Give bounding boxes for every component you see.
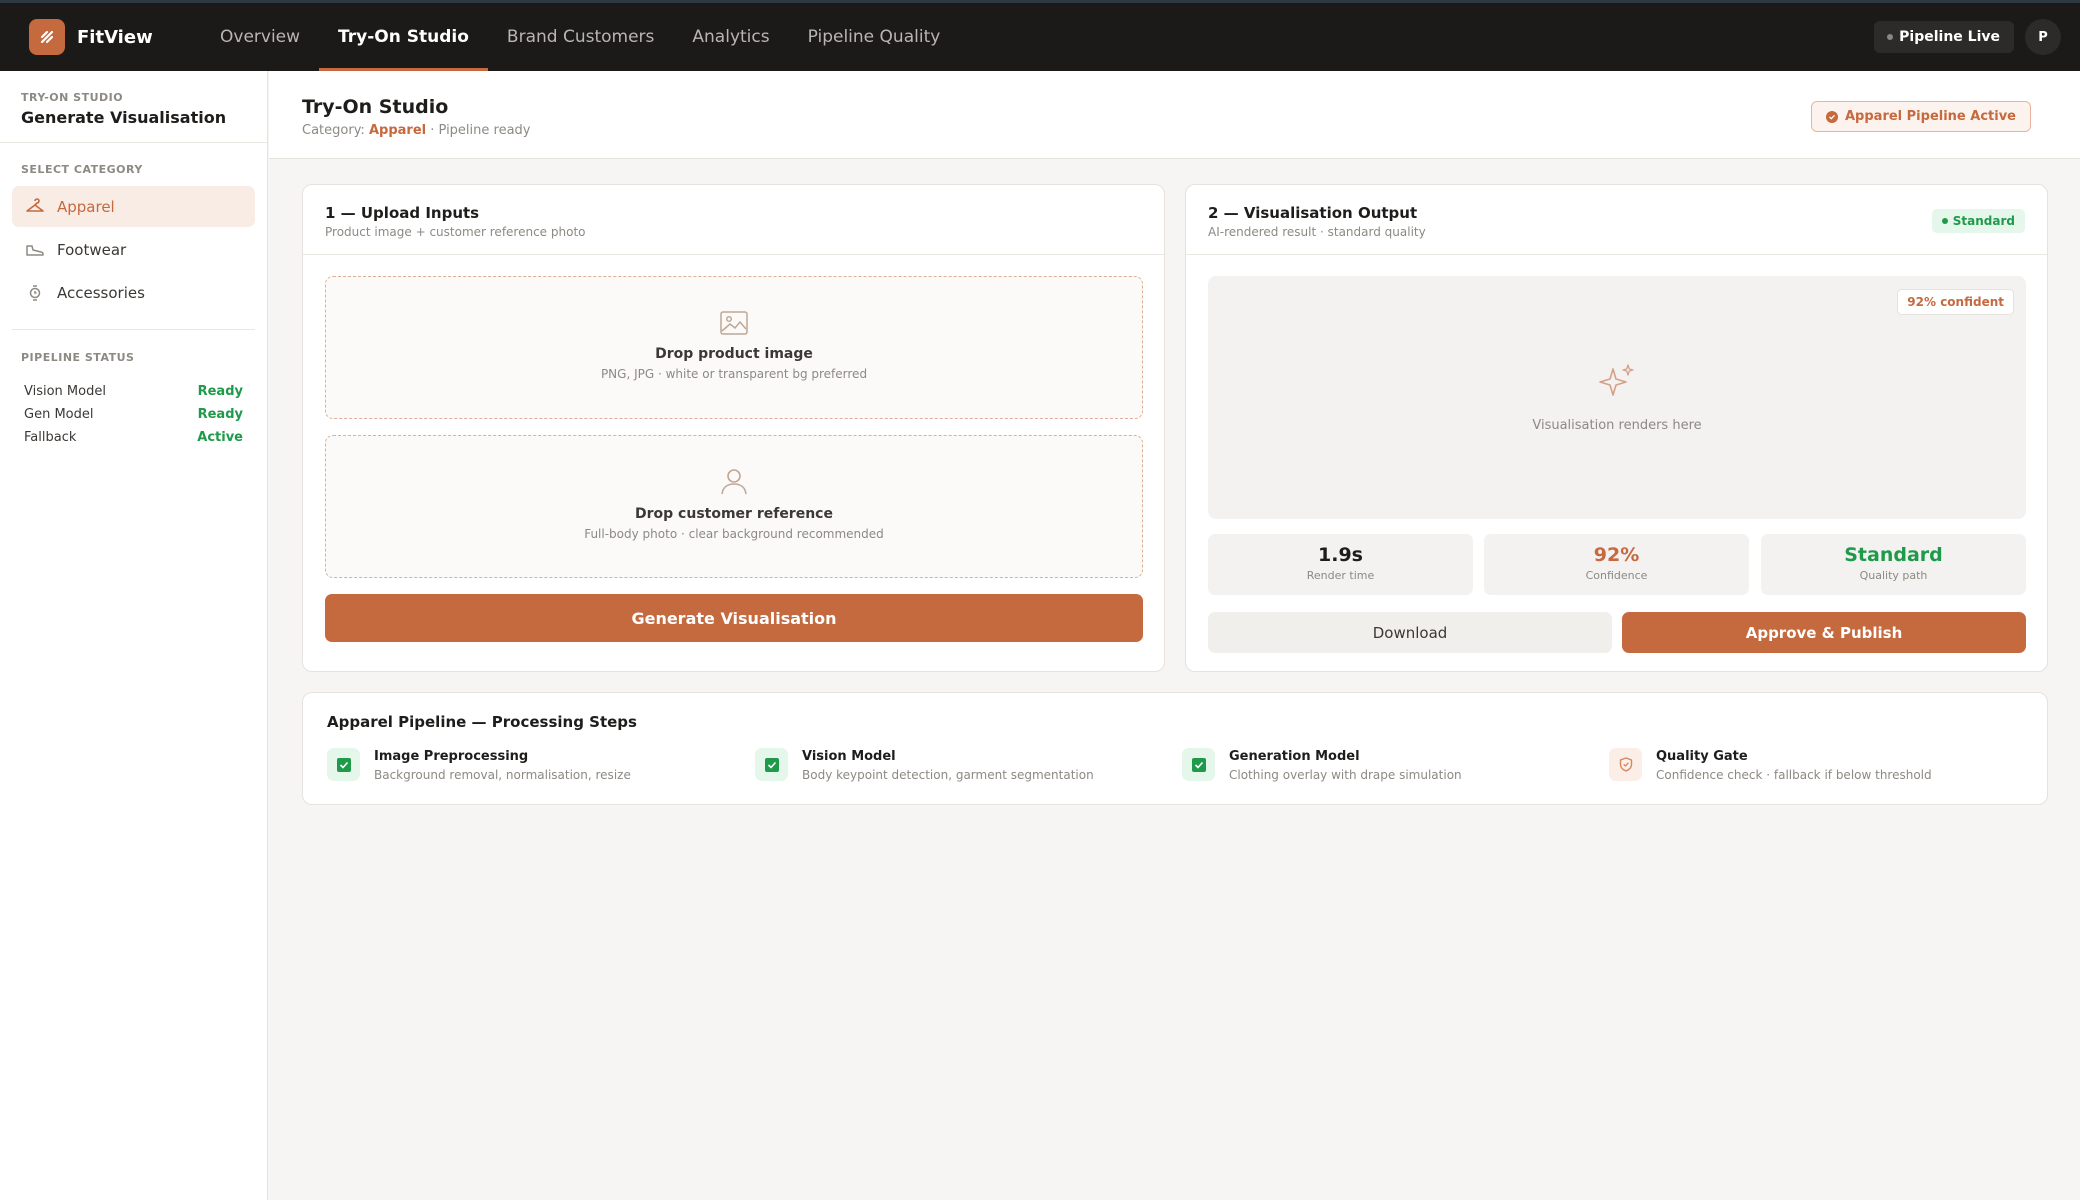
category-heading: SELECT CATEGORY	[21, 163, 143, 176]
output-card: 2 — Visualisation Output AI-rendered res…	[1185, 184, 2048, 672]
step-generation-model: Generation Model Clothing overlay with d…	[1182, 748, 1462, 782]
page-title: Try-On Studio	[302, 96, 449, 118]
step-description: Confidence check · fallback if below thr…	[1656, 768, 1932, 782]
sparkle-icon	[1597, 361, 1639, 407]
step-title: Quality Gate	[1656, 749, 1748, 764]
check-circle-icon	[1826, 110, 1838, 123]
status-label: Vision Model	[24, 384, 106, 399]
check-icon	[1182, 748, 1215, 781]
status-value: Ready	[197, 407, 243, 422]
status-row-vision-model: Vision Model Ready	[12, 380, 255, 403]
page-header: Try-On Studio Category: Apparel · Pipeli…	[269, 71, 2080, 159]
top-bar: FitView Overview Try-On Studio Brand Cus…	[0, 0, 2080, 71]
customer-reference-dropzone[interactable]: Drop customer reference Full-body photo …	[325, 435, 1143, 578]
step-description: Clothing overlay with drape simulation	[1229, 768, 1462, 782]
shield-icon	[1609, 748, 1642, 781]
status-dot-icon	[1941, 218, 1948, 224]
output-card-title: 2 — Visualisation Output	[1208, 204, 1418, 222]
avatar[interactable]: P	[2025, 19, 2061, 55]
step-title: Generation Model	[1229, 749, 1360, 764]
category-prefix: Category:	[302, 123, 365, 138]
status-value: Ready	[197, 384, 243, 399]
download-button[interactable]: Download	[1208, 612, 1612, 653]
check-icon	[327, 748, 360, 781]
metric-label: Quality path	[1859, 569, 1928, 582]
product-image-dropzone[interactable]: Drop product image PNG, JPG · white or t…	[325, 276, 1143, 419]
quality-badge: Standard	[1931, 209, 2025, 233]
category-label: Apparel	[57, 197, 115, 216]
processing-steps-card: Apparel Pipeline — Processing Steps Imag…	[302, 692, 2048, 805]
metric-label: Render time	[1306, 569, 1375, 582]
output-card-subtitle: AI-rendered result · standard quality	[1208, 225, 1426, 239]
step-description: Body keypoint detection, garment segment…	[802, 768, 1094, 782]
step-description: Background removal, normalisation, resiz…	[374, 768, 631, 782]
tab-brand-customers[interactable]: Brand Customers	[488, 3, 673, 71]
metric-value: 1.9s	[1318, 544, 1363, 566]
generate-visualisation-button[interactable]: Generate Visualisation	[325, 594, 1143, 642]
category-item-accessories[interactable]: Accessories	[12, 272, 255, 313]
product-dropzone-title: Drop product image	[655, 346, 813, 362]
tab-analytics[interactable]: Analytics	[673, 3, 788, 71]
category-item-footwear[interactable]: Footwear	[12, 229, 255, 270]
metric-label: Confidence	[1585, 569, 1648, 582]
status-label: Fallback	[24, 430, 77, 445]
sidebar: TRY-ON STUDIO Generate Visualisation SEL…	[0, 71, 268, 1200]
status-label: Gen Model	[24, 407, 94, 422]
pipeline-active-badge: Apparel Pipeline Active	[1811, 101, 2031, 132]
sidebar-eyebrow: TRY-ON STUDIO	[21, 91, 124, 104]
customer-dropzone-title: Drop customer reference	[635, 506, 833, 522]
status-dot-icon	[1887, 34, 1894, 40]
product-dropzone-hint: PNG, JPG · white or transparent bg prefe…	[600, 367, 868, 381]
pipeline-live-label: Pipeline Live	[1899, 29, 2000, 45]
tab-pipeline-quality[interactable]: Pipeline Quality	[789, 3, 960, 71]
visualisation-preview: 92% confident Visualisation renders here	[1208, 276, 2026, 519]
category-label: Accessories	[57, 283, 145, 302]
metric-quality-path: Standard Quality path	[1761, 534, 2026, 595]
tab-try-on-studio[interactable]: Try-On Studio	[319, 3, 488, 71]
hanger-icon	[26, 197, 44, 212]
status-row-fallback: Fallback Active	[12, 426, 255, 449]
pipeline-active-label: Apparel Pipeline Active	[1845, 109, 2016, 124]
current-category: Apparel	[368, 123, 427, 138]
step-image-preprocessing: Image Preprocessing Background removal, …	[327, 748, 631, 782]
category-item-apparel[interactable]: Apparel	[12, 186, 255, 227]
person-icon	[326, 466, 1142, 500]
image-icon	[326, 310, 1142, 340]
step-quality-gate: Quality Gate Confidence check · fallback…	[1609, 748, 1932, 782]
upload-card: 1 — Upload Inputs Product image + custom…	[302, 184, 1165, 672]
tab-overview[interactable]: Overview	[201, 3, 319, 71]
status-heading: PIPELINE STATUS	[21, 351, 135, 364]
metric-confidence: 92% Confidence	[1484, 534, 1749, 595]
watch-icon	[29, 284, 41, 301]
status-row-gen-model: Gen Model Ready	[12, 403, 255, 426]
customer-dropzone-hint: Full-body photo · clear background recom…	[584, 527, 884, 541]
confidence-badge: 92% confident	[1897, 289, 2014, 315]
pipeline-live-pill[interactable]: Pipeline Live	[1874, 21, 2014, 53]
metric-render-time: 1.9s Render time	[1208, 534, 1473, 595]
step-vision-model: Vision Model Body keypoint detection, ga…	[755, 748, 1094, 782]
visualisation-placeholder: Visualisation renders here	[1532, 418, 1702, 433]
category-label: Footwear	[57, 240, 127, 259]
check-icon	[755, 748, 788, 781]
metric-value: 92%	[1593, 544, 1640, 566]
status-value: Active	[197, 430, 243, 445]
app-name: FitView	[77, 26, 153, 48]
brand[interactable]: FitView	[29, 19, 201, 55]
shoe-icon	[26, 244, 44, 256]
approve-publish-button[interactable]: Approve & Publish	[1622, 612, 2026, 653]
page-subtitle: Category: Apparel · Pipeline ready	[302, 123, 531, 138]
sidebar-title: Generate Visualisation	[21, 108, 227, 127]
quality-badge-label: Standard	[1952, 214, 2015, 228]
pipeline-state: · Pipeline ready	[430, 123, 531, 138]
upload-card-title: 1 — Upload Inputs	[325, 204, 480, 222]
steps-title: Apparel Pipeline — Processing Steps	[327, 713, 637, 731]
step-title: Image Preprocessing	[374, 749, 529, 764]
main-nav: Overview Try-On Studio Brand Customers A…	[201, 3, 959, 71]
step-title: Vision Model	[802, 749, 896, 764]
upload-card-subtitle: Product image + customer reference photo	[325, 225, 586, 239]
metric-value: Standard	[1844, 544, 1943, 566]
fitview-logo-icon	[29, 19, 65, 55]
